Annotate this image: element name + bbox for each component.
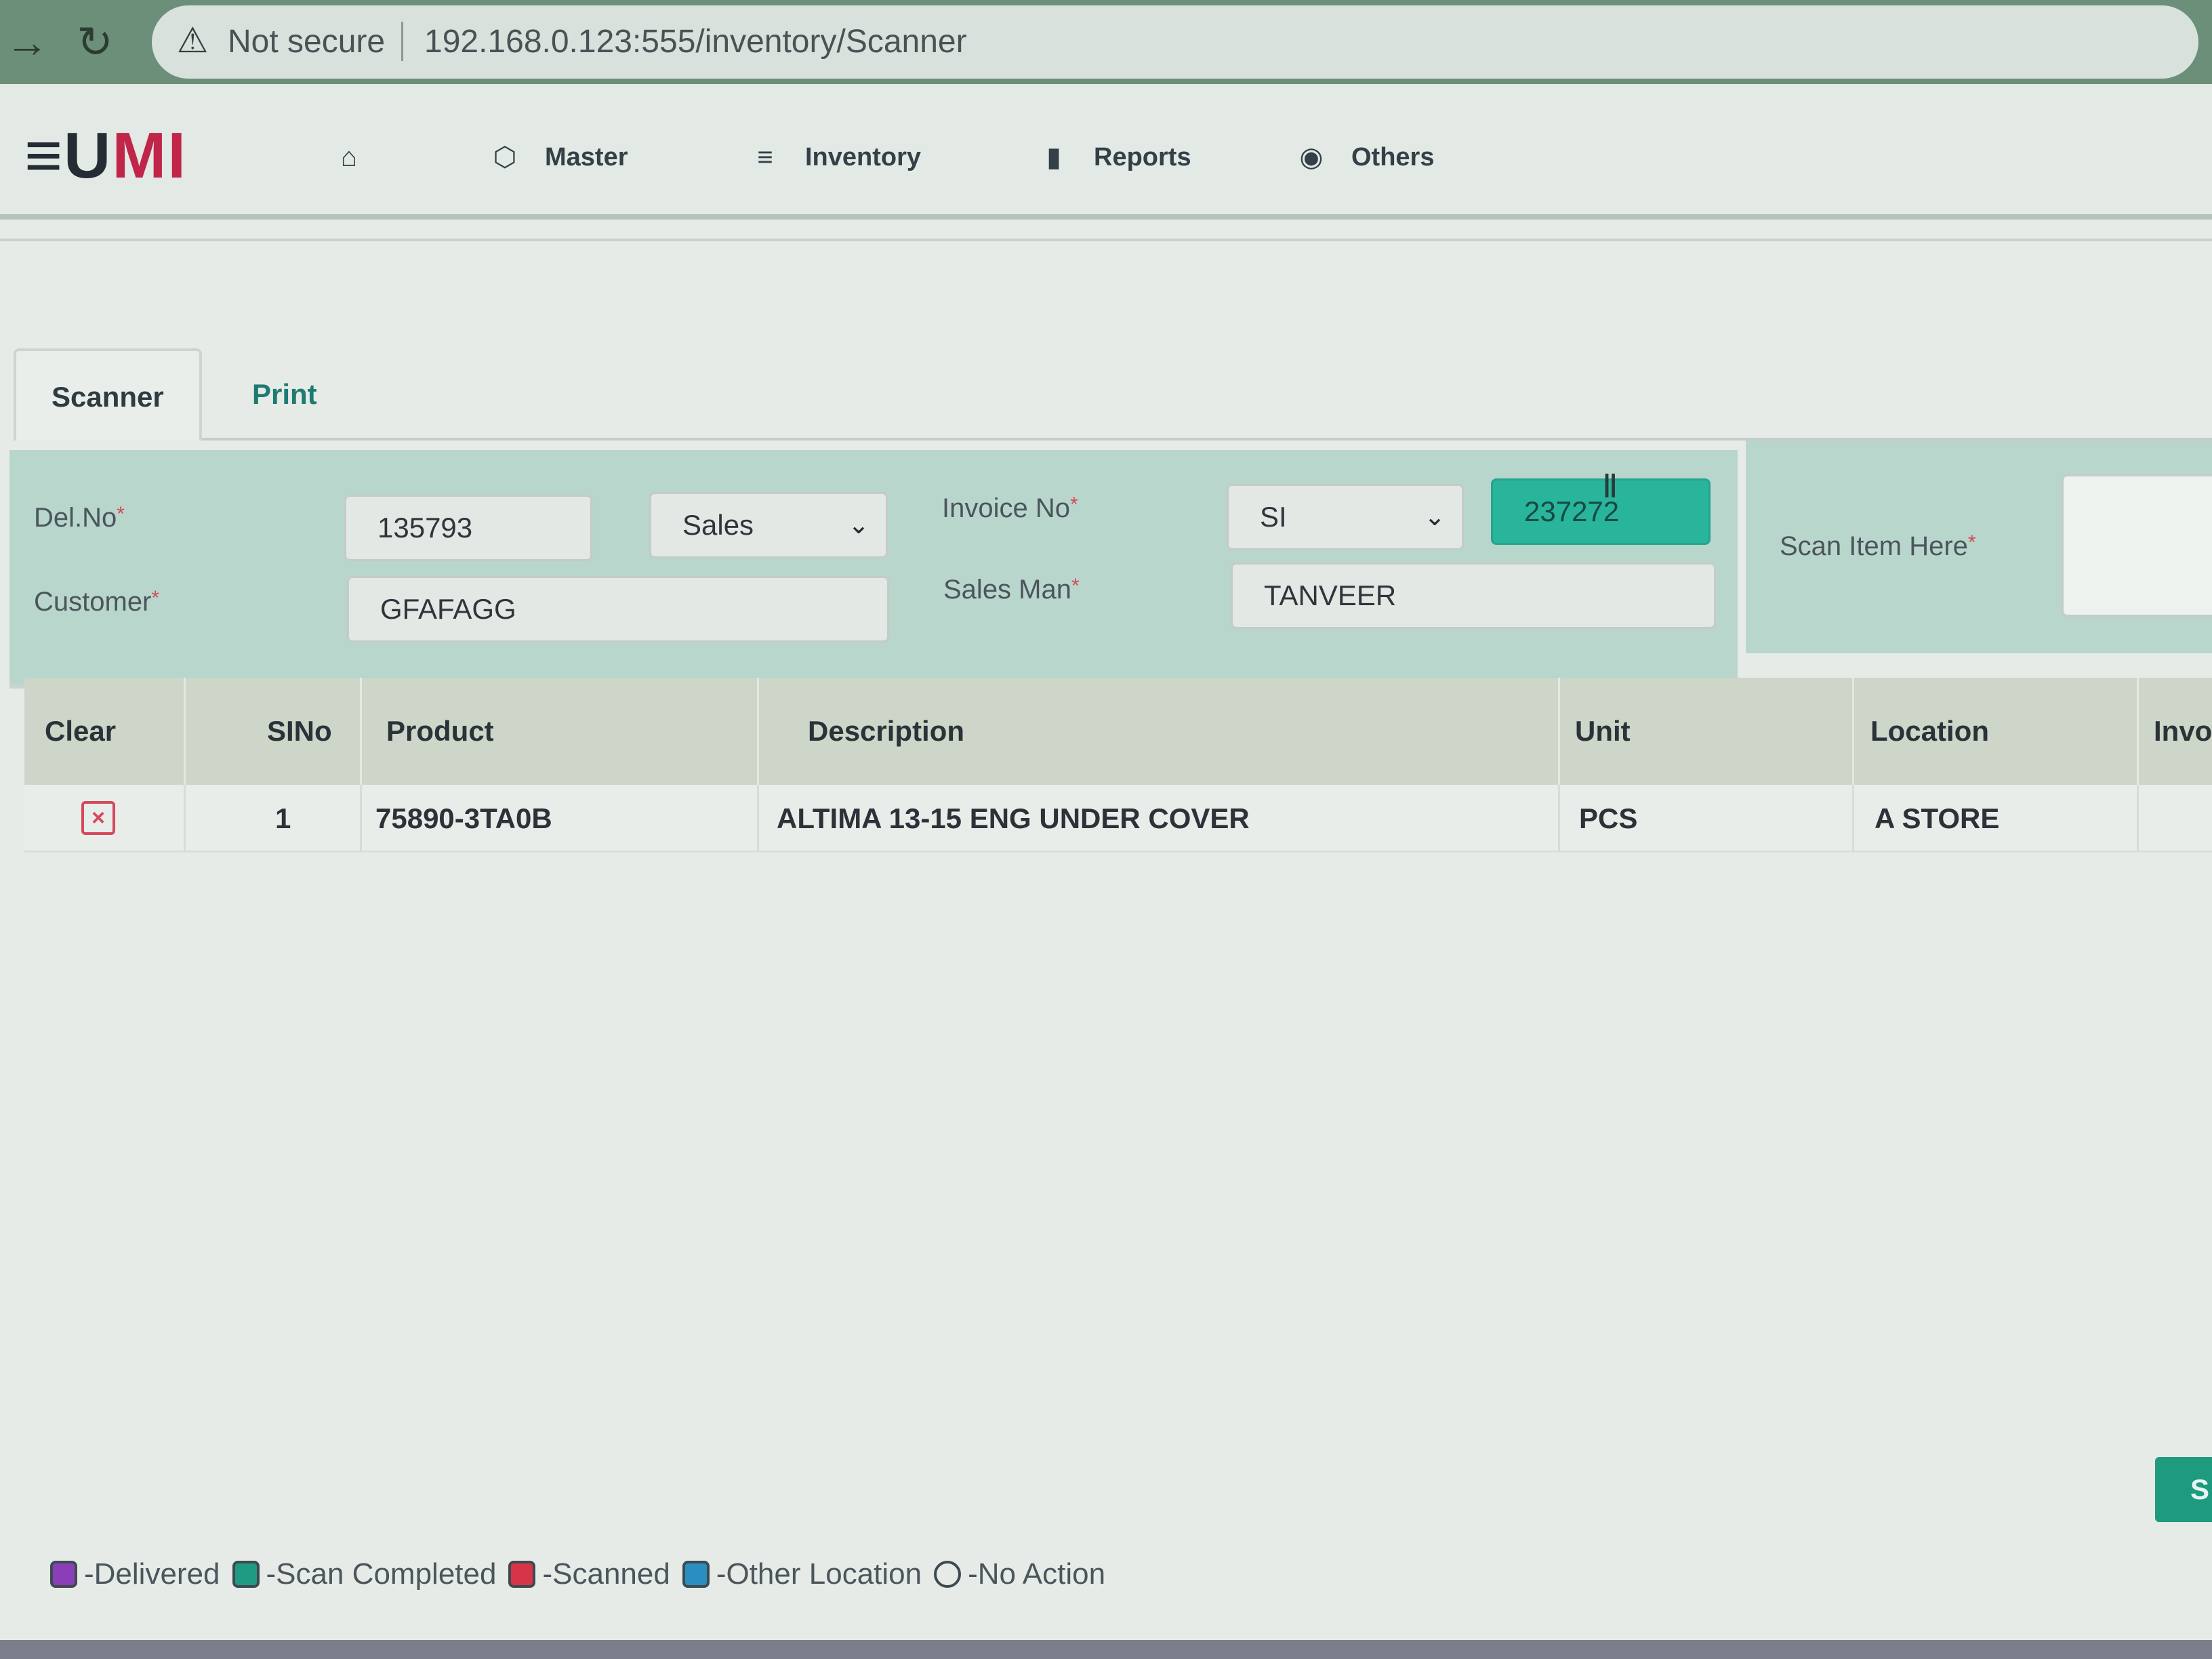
legend-label: -Scanned bbox=[542, 1557, 670, 1591]
cell-clear: × bbox=[24, 785, 186, 853]
app-logo[interactable]: ≡UMI bbox=[24, 122, 187, 190]
chevron-down-icon: ⌄ bbox=[1424, 503, 1446, 531]
reload-icon[interactable]: ↻ bbox=[68, 15, 122, 69]
col-product: Product bbox=[362, 678, 759, 785]
tab-bar: Scanner Print bbox=[14, 348, 2212, 441]
legend-no-action: -No Action bbox=[934, 1557, 1105, 1591]
text-cursor-icon: Ⅱ bbox=[1602, 469, 1618, 505]
address-bar[interactable]: ⚠ Not secure 192.168.0.123:555/inventory… bbox=[152, 5, 2198, 79]
invoice-prefix-select[interactable]: SI ⌄ bbox=[1227, 484, 1464, 550]
legend-swatch-scanned bbox=[508, 1561, 536, 1588]
nav-reports[interactable]: ▮ Reports bbox=[1037, 136, 1191, 179]
legend-label: -Delivered bbox=[84, 1557, 220, 1591]
warning-icon[interactable]: ⚠ bbox=[172, 20, 213, 61]
home-icon: ⌂ bbox=[340, 142, 358, 172]
scan-item-input[interactable] bbox=[2062, 474, 2212, 617]
salesman-label: Sales Man* bbox=[943, 575, 1080, 605]
bar-chart-icon: ▮ bbox=[1046, 142, 1061, 172]
globe-icon: ◉ bbox=[1299, 142, 1324, 172]
nav-reports-label: Reports bbox=[1094, 142, 1191, 171]
legend-swatch-delivered bbox=[50, 1561, 77, 1588]
legend-swatch-scan-completed bbox=[232, 1561, 260, 1588]
legend-swatch-other-location bbox=[682, 1561, 710, 1588]
security-label[interactable]: Not secure bbox=[228, 20, 385, 64]
legend-swatch-no-action bbox=[934, 1561, 962, 1588]
legend-scanned: -Scanned bbox=[508, 1557, 670, 1591]
invoice-number-input[interactable]: 237272 bbox=[1491, 478, 1711, 545]
cell-product: 75890-3TA0B bbox=[362, 785, 759, 853]
tab-scanner[interactable]: Scanner bbox=[14, 348, 202, 441]
cell-unit: PCS bbox=[1560, 785, 1854, 853]
layers-icon: ≡ bbox=[757, 142, 773, 172]
scan-item-label: Scan Item Here* bbox=[1780, 531, 1976, 561]
nav-master-label: Master bbox=[545, 142, 628, 171]
col-invoice: Invoic bbox=[2154, 715, 2212, 747]
url-text[interactable]: 192.168.0.123:555/inventory/Scanner bbox=[424, 20, 967, 64]
table-row: × 1 75890-3TA0B ALTIMA 13-15 ENG UNDER C… bbox=[24, 785, 2212, 853]
delivery-type-value: Sales bbox=[682, 509, 754, 541]
close-square-icon[interactable]: × bbox=[81, 801, 115, 835]
cell-location: A STORE bbox=[1854, 785, 2139, 853]
cell-description: ALTIMA 13-15 ENG UNDER COVER bbox=[759, 785, 1560, 853]
legend-label: -Scan Completed bbox=[266, 1557, 497, 1591]
logo-suffix: MI bbox=[112, 119, 187, 192]
logo-prefix: ≡U bbox=[24, 119, 112, 192]
cell-invoice bbox=[2139, 785, 2212, 853]
legend-delivered: -Delivered bbox=[50, 1557, 220, 1591]
legend-label: -No Action bbox=[968, 1557, 1106, 1591]
col-unit: Unit bbox=[1560, 678, 1854, 785]
customer-input[interactable]: GFAFAGG bbox=[347, 576, 889, 642]
nav-others-label: Others bbox=[1351, 142, 1435, 171]
salesman-input[interactable]: TANVEER bbox=[1231, 562, 1716, 629]
nav-master[interactable]: ⬡ Master bbox=[488, 136, 628, 179]
header-divider bbox=[0, 239, 2212, 241]
chevron-down-icon: ⌄ bbox=[848, 511, 869, 539]
legend-scan-completed: -Scan Completed bbox=[232, 1557, 497, 1591]
col-clear: Clear bbox=[24, 678, 186, 785]
nav-others[interactable]: ◉ Others bbox=[1294, 136, 1435, 179]
arrow-right-icon[interactable]: → bbox=[0, 15, 54, 69]
table-header: Clear SINo Product Description Unit Loca… bbox=[24, 678, 2212, 785]
delno-input[interactable]: 135793 bbox=[344, 495, 592, 561]
customer-label: Customer* bbox=[34, 587, 160, 617]
invoice-label: Invoice No* bbox=[942, 493, 1078, 523]
delivery-type-select[interactable]: Sales ⌄ bbox=[649, 492, 888, 558]
col-location: Location bbox=[1854, 678, 2139, 785]
status-legend: -Delivered -Scan Completed -Scanned -Oth… bbox=[50, 1551, 2083, 1598]
invoice-prefix-value: SI bbox=[1260, 501, 1287, 533]
nav-home[interactable]: ⌂ bbox=[332, 136, 389, 179]
legend-other-location: -Other Location bbox=[682, 1557, 922, 1591]
url-divider bbox=[401, 22, 403, 61]
browser-toolbar: → ↻ ⚠ Not secure 192.168.0.123:555/inven… bbox=[0, 0, 2212, 84]
legend-label: -Other Location bbox=[716, 1557, 922, 1591]
app-header: ≡UMI ⌂ ⬡ Master ≡ Inventory ▮ Reports ◉ … bbox=[0, 84, 2212, 220]
nav-inventory[interactable]: ≡ Inventory bbox=[748, 136, 921, 179]
nav-inventory-label: Inventory bbox=[805, 142, 922, 171]
col-sino: SINo bbox=[186, 678, 362, 785]
tab-print[interactable]: Print bbox=[217, 348, 352, 441]
screen-bottom-edge bbox=[0, 1640, 2212, 1659]
cube-icon: ⬡ bbox=[493, 142, 517, 172]
delno-label: Del.No* bbox=[34, 503, 125, 533]
cell-sino: 1 bbox=[186, 785, 362, 853]
col-description: Description bbox=[759, 678, 1560, 785]
save-button[interactable]: S bbox=[2155, 1457, 2212, 1522]
